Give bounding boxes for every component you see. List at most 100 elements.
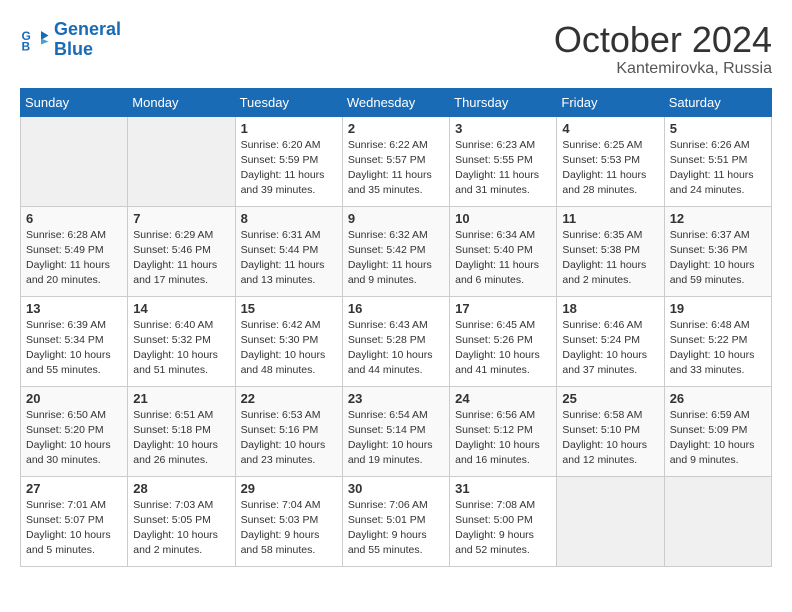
day-info: Sunrise: 6:32 AM Sunset: 5:42 PM Dayligh… (348, 228, 444, 289)
day-number: 7 (133, 211, 229, 226)
day-info: Sunrise: 6:26 AM Sunset: 5:51 PM Dayligh… (670, 138, 766, 199)
logo-line1: General (54, 19, 121, 39)
day-info: Sunrise: 6:34 AM Sunset: 5:40 PM Dayligh… (455, 228, 551, 289)
day-info: Sunrise: 6:39 AM Sunset: 5:34 PM Dayligh… (26, 318, 122, 379)
day-number: 15 (241, 301, 337, 316)
day-number: 29 (241, 481, 337, 496)
weekday-header-tuesday: Tuesday (235, 88, 342, 116)
weekday-header-thursday: Thursday (450, 88, 557, 116)
day-number: 3 (455, 121, 551, 136)
day-info: Sunrise: 6:59 AM Sunset: 5:09 PM Dayligh… (670, 408, 766, 469)
calendar-cell: 24Sunrise: 6:56 AM Sunset: 5:12 PM Dayli… (450, 386, 557, 476)
day-info: Sunrise: 6:43 AM Sunset: 5:28 PM Dayligh… (348, 318, 444, 379)
day-number: 16 (348, 301, 444, 316)
day-info: Sunrise: 7:08 AM Sunset: 5:00 PM Dayligh… (455, 498, 551, 559)
calendar-cell: 31Sunrise: 7:08 AM Sunset: 5:00 PM Dayli… (450, 476, 557, 566)
day-number: 4 (562, 121, 658, 136)
day-number: 2 (348, 121, 444, 136)
calendar-cell: 27 Sunrise: 7:01 AM Sunset: 5:07 PM Dayli… (21, 476, 128, 566)
day-number: 27 (26, 481, 122, 496)
day-info: Sunrise: 6:51 AM Sunset: 5:18 PM Dayligh… (133, 408, 229, 469)
day-info: Sunrise: 6:50 AM Sunset: 5:20 PM Dayligh… (26, 408, 122, 469)
calendar-cell: 1 Sunrise: 6:20 AM Sunset: 5:59 PM Daylig… (235, 116, 342, 206)
page-header: G B General Blue October 2024 Kantemirov… (20, 20, 772, 78)
calendar-cell: 2Sunrise: 6:22 AM Sunset: 5:57 PM Daylig… (342, 116, 449, 206)
calendar-cell: 12 Sunrise: 6:37 AM Sunset: 5:36 PM Dayli… (664, 206, 771, 296)
day-number: 13 (26, 301, 122, 316)
day-info: Sunrise: 6:29 AM Sunset: 5:46 PM Dayligh… (133, 228, 229, 289)
day-number: 11 (562, 211, 658, 226)
day-info: Sunrise: 6:23 AM Sunset: 5:55 PM Dayligh… (455, 138, 551, 199)
calendar-cell: 26 Sunrise: 6:59 AM Sunset: 5:09 PM Dayli… (664, 386, 771, 476)
day-number: 19 (670, 301, 766, 316)
calendar-cell: 8Sunrise: 6:31 AM Sunset: 5:44 PM Daylig… (235, 206, 342, 296)
calendar-cell: 3 Sunrise: 6:23 AM Sunset: 5:55 PM Daylig… (450, 116, 557, 206)
day-number: 28 (133, 481, 229, 496)
calendar-cell: 5 Sunrise: 6:26 AM Sunset: 5:51 PM Daylig… (664, 116, 771, 206)
day-info: Sunrise: 6:58 AM Sunset: 5:10 PM Dayligh… (562, 408, 658, 469)
day-info: Sunrise: 7:03 AM Sunset: 5:05 PM Dayligh… (133, 498, 229, 559)
day-number: 1 (241, 121, 337, 136)
location-subtitle: Kantemirovka, Russia (554, 60, 772, 78)
day-number: 14 (133, 301, 229, 316)
day-info: Sunrise: 6:40 AM Sunset: 5:32 PM Dayligh… (133, 318, 229, 379)
calendar-cell: 22Sunrise: 6:53 AM Sunset: 5:16 PM Dayli… (235, 386, 342, 476)
day-number: 9 (348, 211, 444, 226)
day-info: Sunrise: 6:53 AM Sunset: 5:16 PM Dayligh… (241, 408, 337, 469)
title-block: October 2024 Kantemirovka, Russia (554, 20, 772, 78)
day-info: Sunrise: 6:35 AM Sunset: 5:38 PM Dayligh… (562, 228, 658, 289)
day-number: 25 (562, 391, 658, 406)
calendar-cell: 28 Sunrise: 7:03 AM Sunset: 5:05 PM Dayli… (128, 476, 235, 566)
calendar-cell: 13 Sunrise: 6:39 AM Sunset: 5:34 PM Dayli… (21, 296, 128, 386)
day-info: Sunrise: 6:37 AM Sunset: 5:36 PM Dayligh… (670, 228, 766, 289)
day-info: Sunrise: 6:20 AM Sunset: 5:59 PM Dayligh… (241, 138, 337, 199)
weekday-header-monday: Monday (128, 88, 235, 116)
day-number: 17 (455, 301, 551, 316)
calendar-cell: 11 Sunrise: 6:35 AM Sunset: 5:38 PM Dayli… (557, 206, 664, 296)
day-number: 18 (562, 301, 658, 316)
logo-text: General Blue (54, 20, 121, 60)
day-info: Sunrise: 7:04 AM Sunset: 5:03 PM Dayligh… (241, 498, 337, 559)
calendar-cell: 23 Sunrise: 6:54 AM Sunset: 5:14 PM Dayli… (342, 386, 449, 476)
calendar-cell: 21Sunrise: 6:51 AM Sunset: 5:18 PM Dayli… (128, 386, 235, 476)
month-title: October 2024 (554, 20, 772, 60)
day-number: 20 (26, 391, 122, 406)
calendar-cell: 19Sunrise: 6:48 AM Sunset: 5:22 PM Dayli… (664, 296, 771, 386)
calendar-cell: 4 Sunrise: 6:25 AM Sunset: 5:53 PM Daylig… (557, 116, 664, 206)
calendar-cell (21, 116, 128, 206)
calendar-cell: 29 Sunrise: 7:04 AM Sunset: 5:03 PM Dayli… (235, 476, 342, 566)
day-number: 26 (670, 391, 766, 406)
svg-text:B: B (22, 39, 31, 53)
calendar-cell: 25 Sunrise: 6:58 AM Sunset: 5:10 PM Dayli… (557, 386, 664, 476)
calendar-week-2: 6Sunrise: 6:28 AM Sunset: 5:49 PM Daylig… (21, 206, 772, 296)
logo-icon: G B (20, 25, 50, 55)
calendar-week-5: 27 Sunrise: 7:01 AM Sunset: 5:07 PM Dayli… (21, 476, 772, 566)
calendar-cell: 17 Sunrise: 6:45 AM Sunset: 5:26 PM Dayli… (450, 296, 557, 386)
day-info: Sunrise: 7:01 AM Sunset: 5:07 PM Dayligh… (26, 498, 122, 559)
day-info: Sunrise: 6:45 AM Sunset: 5:26 PM Dayligh… (455, 318, 551, 379)
day-number: 6 (26, 211, 122, 226)
calendar-cell: 14 Sunrise: 6:40 AM Sunset: 5:32 PM Dayli… (128, 296, 235, 386)
day-number: 30 (348, 481, 444, 496)
calendar-cell: 30Sunrise: 7:06 AM Sunset: 5:01 PM Dayli… (342, 476, 449, 566)
day-number: 23 (348, 391, 444, 406)
calendar-cell: 18Sunrise: 6:46 AM Sunset: 5:24 PM Dayli… (557, 296, 664, 386)
calendar-cell: 10Sunrise: 6:34 AM Sunset: 5:40 PM Dayli… (450, 206, 557, 296)
weekday-header-row: SundayMondayTuesdayWednesdayThursdayFrid… (21, 88, 772, 116)
weekday-header-friday: Friday (557, 88, 664, 116)
calendar-week-1: 1 Sunrise: 6:20 AM Sunset: 5:59 PM Daylig… (21, 116, 772, 206)
weekday-header-wednesday: Wednesday (342, 88, 449, 116)
day-info: Sunrise: 6:56 AM Sunset: 5:12 PM Dayligh… (455, 408, 551, 469)
day-info: Sunrise: 6:54 AM Sunset: 5:14 PM Dayligh… (348, 408, 444, 469)
calendar-week-4: 20 Sunrise: 6:50 AM Sunset: 5:20 PM Dayli… (21, 386, 772, 476)
day-info: Sunrise: 6:25 AM Sunset: 5:53 PM Dayligh… (562, 138, 658, 199)
day-number: 8 (241, 211, 337, 226)
day-number: 12 (670, 211, 766, 226)
day-info: Sunrise: 6:42 AM Sunset: 5:30 PM Dayligh… (241, 318, 337, 379)
calendar-cell: 7 Sunrise: 6:29 AM Sunset: 5:46 PM Daylig… (128, 206, 235, 296)
logo: G B General Blue (20, 20, 121, 60)
calendar-week-3: 13 Sunrise: 6:39 AM Sunset: 5:34 PM Dayli… (21, 296, 772, 386)
day-number: 5 (670, 121, 766, 136)
calendar-table: SundayMondayTuesdayWednesdayThursdayFrid… (20, 88, 772, 567)
weekday-header-sunday: Sunday (21, 88, 128, 116)
